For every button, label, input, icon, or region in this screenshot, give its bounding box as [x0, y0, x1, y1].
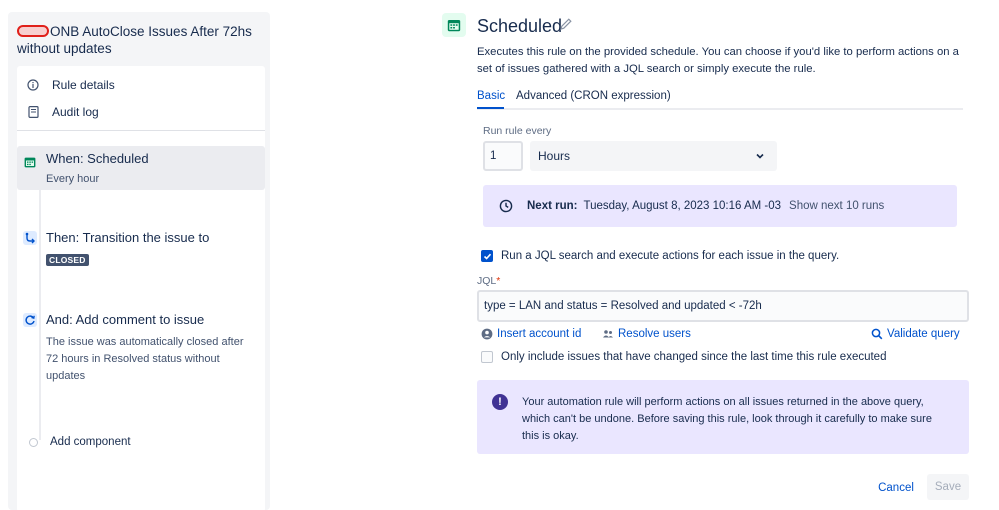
resolve-users-label: Resolve users — [618, 328, 691, 340]
pencil-icon[interactable] — [559, 17, 575, 33]
status-badge: CLOSED — [46, 254, 89, 266]
insert-account-id-button[interactable]: Insert account id — [481, 328, 581, 340]
search-icon — [871, 328, 883, 340]
calendar-icon — [23, 155, 37, 169]
add-component-label: Add component — [50, 436, 131, 448]
cancel-button[interactable]: Cancel — [870, 476, 922, 500]
interval-unit-select[interactable]: Hours — [530, 141, 777, 171]
audit-log-label: Audit log — [52, 105, 99, 119]
only-changed-label: Only include issues that have changed si… — [501, 351, 887, 363]
add-component-dot-icon — [29, 437, 38, 447]
steps-connector — [39, 170, 41, 440]
rule-sidebar: ONB AutoClose Issues After 72hs without … — [8, 12, 270, 510]
run-rule-every-label: Run rule every — [483, 125, 552, 137]
jql-field-label: JQL* — [477, 275, 500, 287]
rule-title-text: ONB AutoClose Issues After 72hs without … — [17, 24, 252, 56]
jql-checkbox-label: Run a JQL search and execute actions for… — [501, 250, 840, 262]
warning-icon: ! — [492, 394, 508, 410]
rule-components-card: Rule details Audit log When: Scheduled E… — [17, 66, 265, 510]
warning-text: Your automation rule will perform action… — [522, 396, 932, 442]
add-component-button[interactable]: Add component — [26, 436, 131, 448]
only-changed-option: Only include issues that have changed si… — [481, 351, 886, 363]
validate-query-button[interactable]: Validate query — [871, 328, 960, 340]
calendar-icon — [442, 13, 466, 37]
resolve-users-button[interactable]: Resolve users — [602, 328, 691, 340]
step-title: And: Add comment to issue — [46, 312, 205, 327]
checkmark-icon — [483, 253, 491, 260]
jql-search-option: Run a JQL search and execute actions for… — [481, 250, 839, 262]
audit-log-link[interactable]: Audit log — [26, 102, 99, 122]
divider — [17, 130, 265, 131]
warning-panel: ! Your automation rule will perform acti… — [477, 380, 969, 454]
insert-account-id-label: Insert account id — [497, 328, 582, 340]
step-action-comment[interactable]: And: Add comment to issue The issue was … — [17, 310, 265, 390]
rule-details-link[interactable]: Rule details — [26, 75, 115, 95]
tab-basic[interactable]: Basic — [477, 90, 505, 102]
step-title: Then: Transition the issue to — [46, 230, 210, 245]
refresh-icon — [23, 313, 37, 327]
rule-title: ONB AutoClose Issues After 72hs without … — [17, 23, 257, 57]
step-action-transition[interactable]: Then: Transition the issue to CLOSED — [17, 228, 265, 276]
validate-query-label: Validate query — [887, 328, 960, 340]
chevron-down-icon — [756, 153, 764, 159]
required-mark: * — [496, 275, 501, 287]
step-trigger-scheduled[interactable]: When: Scheduled Every hour — [17, 146, 265, 190]
info-icon — [26, 78, 40, 92]
step-subtitle: The issue was automatically closed after… — [46, 336, 244, 382]
jql-input[interactable]: type = LAN and status = Resolved and upd… — [477, 290, 969, 322]
trigger-description: Executes this rule on the provided sched… — [477, 46, 959, 75]
active-tab-indicator — [477, 107, 504, 109]
clock-icon — [499, 199, 513, 213]
interval-unit-value: Hours — [538, 149, 571, 163]
user-circle-icon — [481, 328, 493, 340]
transition-icon — [23, 231, 37, 245]
document-icon — [26, 105, 40, 119]
jql-label-text: JQL — [477, 275, 497, 287]
next-run-panel: Next run: Tuesday, August 8, 2023 10:16 … — [483, 185, 957, 227]
trigger-title: Scheduled — [477, 16, 563, 36]
users-icon — [603, 330, 613, 338]
save-button[interactable]: Save — [927, 474, 969, 500]
show-next-runs-link[interactable]: Show next 10 runs — [789, 200, 884, 212]
schedule-tabs: Basic Advanced (CRON expression) — [477, 88, 963, 110]
next-run-label: Next run: — [527, 200, 578, 212]
step-title: When: Scheduled — [46, 151, 149, 166]
rule-details-label: Rule details — [52, 78, 115, 92]
redacted-mark — [17, 25, 49, 37]
next-run-value: Tuesday, August 8, 2023 10:16 AM -03 — [583, 200, 782, 212]
step-subtitle: Every hour — [46, 173, 100, 185]
only-changed-checkbox[interactable] — [481, 351, 493, 363]
interval-value-input[interactable]: 1 — [483, 141, 523, 171]
tab-advanced-cron[interactable]: Advanced (CRON expression) — [516, 90, 671, 102]
jql-search-checkbox[interactable] — [481, 250, 493, 262]
